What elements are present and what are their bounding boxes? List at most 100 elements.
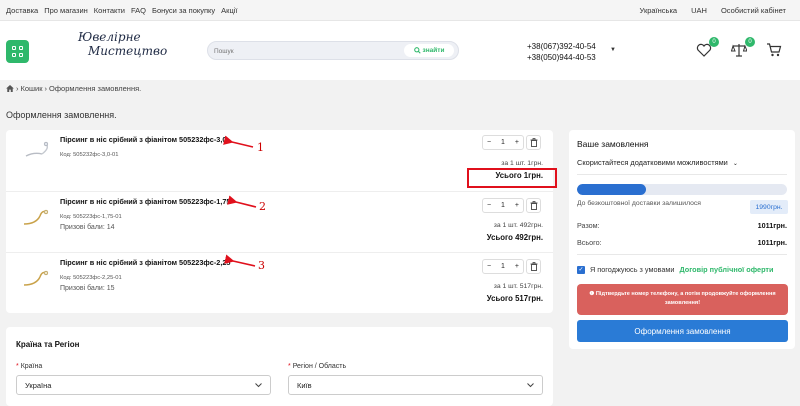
breadcrumb-cart[interactable]: Кошик <box>21 84 43 93</box>
cart-item: Пірсинг в ніс срібний з фіанітом 505223ф… <box>6 252 553 312</box>
search-button-label: знайти <box>422 47 445 54</box>
catalog-menu-button[interactable] <box>6 40 29 63</box>
warning-icon: ❶ <box>589 291 596 297</box>
phone-confirm-warning: ❶ Підтвердьте номер телефону, а потім пр… <box>577 284 788 315</box>
product-code: Код: 505223фс-1,75-01 <box>60 214 122 220</box>
item-total: Усього 492грн. <box>486 233 543 242</box>
unit-price: за 1 шт. 1грн. <box>501 160 543 167</box>
site-logo[interactable]: Ювелірне Мистецтво <box>78 30 168 72</box>
subtotal-value: 1011грн. <box>757 221 787 230</box>
qty-value[interactable]: 1 <box>501 139 505 146</box>
grid-icon <box>12 46 16 50</box>
terms-text: Я погоджуюсь з умовами <box>590 265 675 274</box>
bonus-points: Призові бали: 15 <box>60 285 115 292</box>
wishlist-count-badge: 0 <box>709 37 719 47</box>
remove-item-button[interactable] <box>526 198 541 213</box>
region-label-text: Регіон / Область <box>292 363 347 370</box>
top-link-delivery[interactable]: Доставка <box>6 6 38 15</box>
top-link-faq[interactable]: FAQ <box>131 6 146 15</box>
quantity-stepper[interactable]: − 1 + <box>482 198 524 213</box>
remove-item-button[interactable] <box>526 135 541 150</box>
logo-line1: Ювелірне <box>78 30 141 44</box>
chevron-down-icon: ⌄ <box>732 161 738 167</box>
bonus-points: Призові бали: 14 <box>60 224 115 231</box>
divider <box>577 174 787 175</box>
total-label: Всього: <box>577 238 602 247</box>
cart-icon[interactable] <box>766 43 782 57</box>
total-row: Всього: 1011грн. <box>577 238 787 247</box>
qty-value[interactable]: 1 <box>501 202 505 209</box>
divider <box>577 254 787 255</box>
home-icon[interactable] <box>6 85 14 92</box>
progress-fill <box>577 184 647 195</box>
section-title: Країна та Регіон <box>16 340 80 349</box>
region-value: Київ <box>297 380 312 390</box>
annotation-number: 3 <box>258 259 265 272</box>
product-name[interactable]: Пірсинг в ніс срібний з фіанітом 505223ф… <box>60 197 230 206</box>
annotation-highlight-box <box>467 168 557 188</box>
grid-icon <box>19 53 23 57</box>
phone-2[interactable]: +38(050)944-40-53 <box>527 52 596 63</box>
language-select[interactable]: Українська <box>640 6 678 15</box>
phones-dropdown-icon[interactable]: ▼ <box>610 47 616 53</box>
search-input[interactable] <box>214 45 394 57</box>
top-link-contacts[interactable]: Контакти <box>94 6 125 15</box>
breadcrumb: › Кошик › Оформлення замовлення. <box>6 84 141 93</box>
subtotal-row: Разом: 1011грн. <box>577 221 787 230</box>
place-order-button[interactable]: Оформлення замовлення <box>577 320 788 342</box>
unit-price: за 1 шт. 492грн. <box>493 222 543 229</box>
qty-plus-button[interactable]: + <box>515 263 519 270</box>
currency-select[interactable]: UAH <box>691 6 707 15</box>
compare-scales-icon[interactable] <box>731 43 747 57</box>
cart-item: Пірсинг в ніс срібний з фіанітом 505223ф… <box>6 191 553 251</box>
terms-checkbox[interactable]: ✓ <box>577 265 585 274</box>
page-title: Оформлення замовлення. <box>6 110 117 120</box>
remove-item-button[interactable] <box>526 259 541 274</box>
annotation-number: 1 <box>257 141 264 154</box>
region-label: * Регіон / Область <box>288 363 347 370</box>
product-image[interactable] <box>20 138 52 162</box>
region-select[interactable]: Київ <box>288 375 543 395</box>
product-code: Код: 505232фс-3,0-01 <box>60 152 119 158</box>
item-total: Усього 517грн. <box>486 294 543 303</box>
free-delivery-value: 1990грн. <box>750 200 788 214</box>
trash-icon <box>530 201 537 210</box>
qty-value[interactable]: 1 <box>501 263 505 270</box>
terms-agreement: ✓ Я погоджуюсь з умовами Договір публічн… <box>577 265 774 274</box>
quantity-stepper[interactable]: − 1 + <box>482 259 524 274</box>
warning-text: Підтвердьте номер телефону, а потім прод… <box>595 291 776 306</box>
top-bar: Доставка Про магазин Контакти FAQ Бонуси… <box>0 0 800 21</box>
top-link-about[interactable]: Про магазин <box>44 6 88 15</box>
product-name[interactable]: Пірсинг в ніс срібний з фіанітом 505223ф… <box>60 258 230 267</box>
extra-options-toggle[interactable]: Скористайтеся додатковими можливостями ⌄ <box>577 158 738 167</box>
chevron-down-icon <box>255 382 262 387</box>
country-region-section: Країна та Регіон * Країна Україна * Регі… <box>6 327 553 406</box>
top-link-promo[interactable]: Акції <box>221 6 237 15</box>
top-link-bonus[interactable]: Бонуси за покупку <box>152 6 215 15</box>
product-name[interactable]: Пірсинг в ніс срібний з фіанітом 505232ф… <box>60 135 226 144</box>
public-offer-link[interactable]: Договір публічної оферти <box>679 265 773 274</box>
search-bar: знайти <box>207 41 459 60</box>
search-button[interactable]: знайти <box>404 44 454 57</box>
account-link[interactable]: Особистий кабінет <box>721 6 786 15</box>
product-image[interactable] <box>20 204 52 228</box>
phone-1[interactable]: +38(067)392-40-54 <box>527 41 596 52</box>
logo-line2: Мистецтво <box>88 44 168 58</box>
qty-minus-button[interactable]: − <box>487 202 491 209</box>
cart-items: Пірсинг в ніс срібний з фіанітом 505232ф… <box>6 130 553 313</box>
free-delivery-progress <box>577 184 787 195</box>
qty-minus-button[interactable]: − <box>487 263 491 270</box>
qty-plus-button[interactable]: + <box>515 202 519 209</box>
quantity-stepper[interactable]: − 1 + <box>482 135 524 150</box>
grid-icon <box>12 53 16 57</box>
grid-icon <box>19 46 23 50</box>
free-delivery-text: До безкоштовної доставки залишилося <box>577 200 701 207</box>
country-select[interactable]: Україна <box>16 375 271 395</box>
country-label: * Країна <box>16 363 43 370</box>
country-label-text: Країна <box>20 363 43 370</box>
total-value: 1011грн. <box>757 238 787 247</box>
qty-plus-button[interactable]: + <box>515 139 519 146</box>
product-image[interactable] <box>20 265 52 289</box>
qty-minus-button[interactable]: − <box>487 139 491 146</box>
breadcrumb-current: Оформлення замовлення. <box>49 84 142 93</box>
